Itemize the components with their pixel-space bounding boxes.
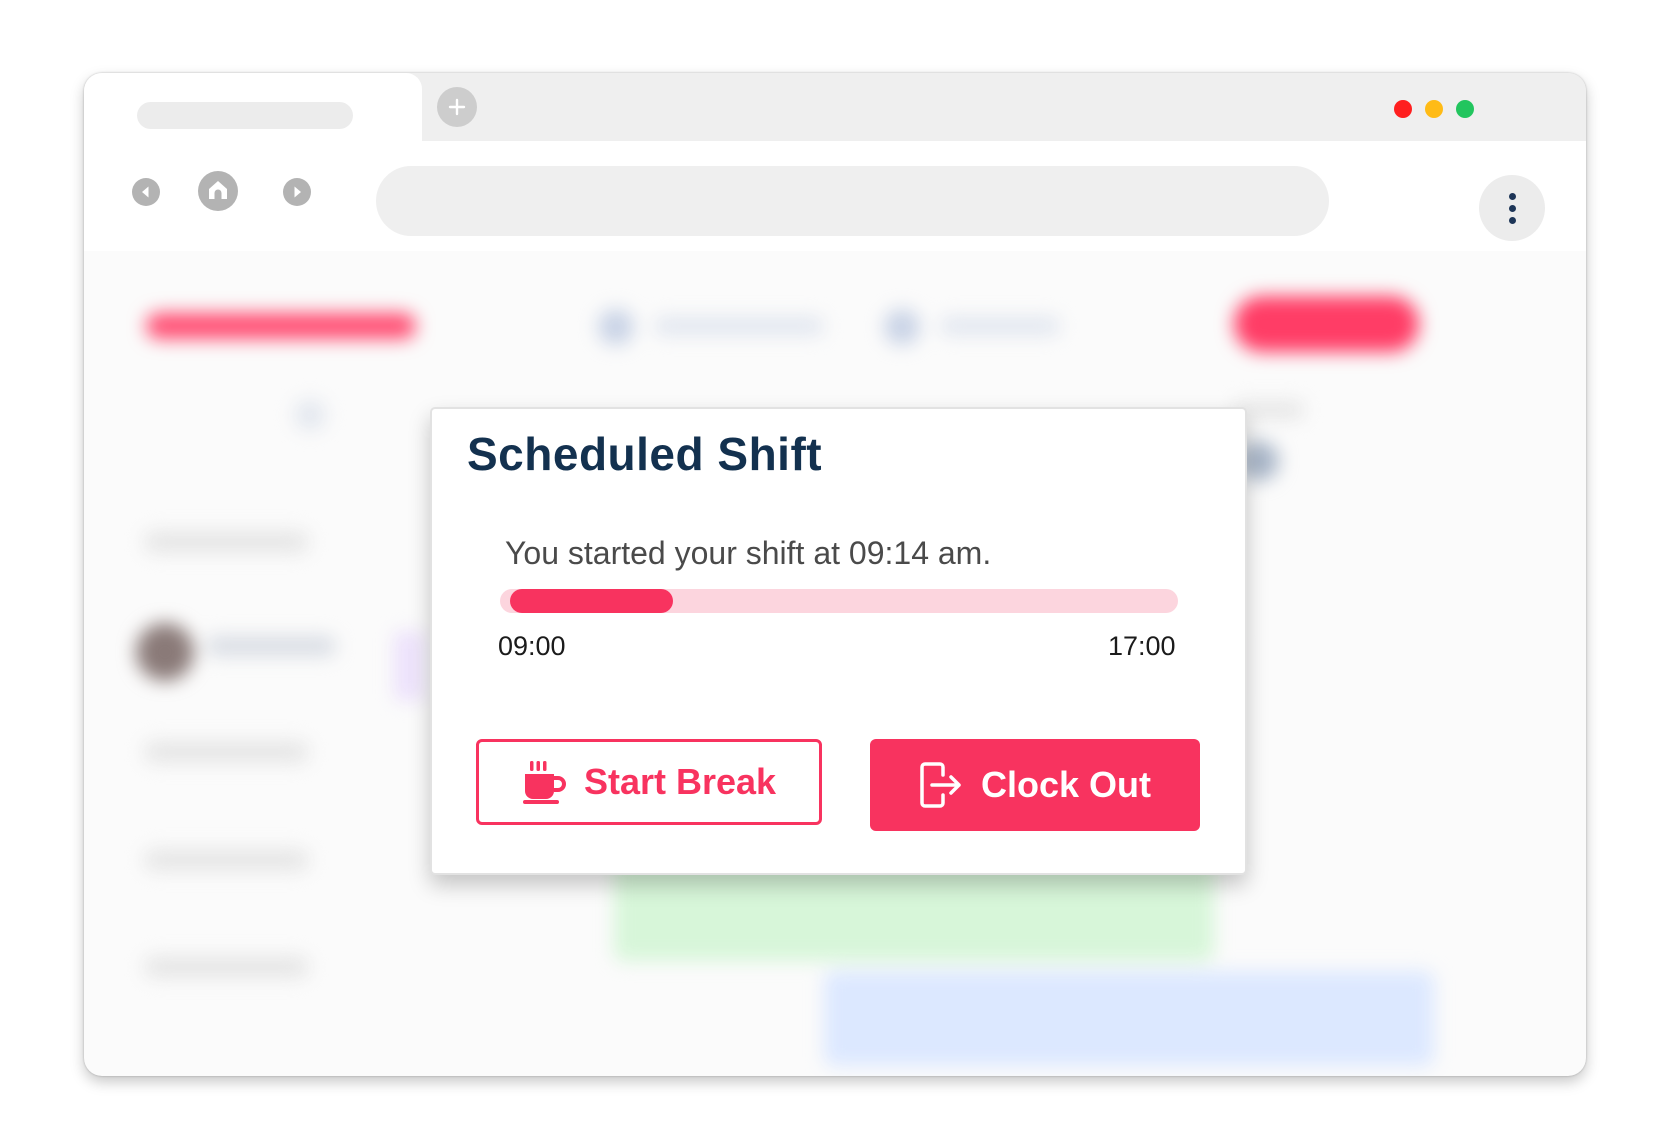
- home-icon: [198, 171, 238, 211]
- maximize-window-dot[interactable]: [1456, 100, 1474, 118]
- home-button[interactable]: [197, 170, 239, 212]
- close-window-dot[interactable]: [1394, 100, 1412, 118]
- scheduled-shift-modal: Scheduled Shift You started your shift a…: [430, 407, 1247, 875]
- new-tab-button[interactable]: [437, 87, 477, 127]
- more-vertical-icon: [1508, 192, 1516, 200]
- clock-out-label: Clock Out: [980, 764, 1151, 805]
- tab-strip: [84, 73, 1586, 141]
- browser-menu-button[interactable]: [1479, 175, 1545, 241]
- active-tab[interactable]: [84, 73, 422, 141]
- shift-start-message: You started your shift at 09:14 am.: [505, 535, 992, 571]
- address-bar[interactable]: [376, 166, 1329, 236]
- clock-out-button[interactable]: Clock Out: [870, 739, 1200, 831]
- coffee-cup-icon: [522, 761, 566, 804]
- sign-out-icon: [920, 762, 961, 808]
- start-break-label: Start Break: [583, 761, 777, 802]
- back-icon: [132, 178, 160, 206]
- forward-icon: [283, 178, 311, 206]
- modal-title: Scheduled Shift: [467, 428, 823, 480]
- shift-progress-fill: [510, 589, 673, 613]
- shift-progress-bar: [500, 589, 1178, 613]
- start-break-button[interactable]: Start Break: [476, 739, 822, 825]
- forward-button[interactable]: [282, 177, 312, 207]
- plus-icon: [448, 98, 466, 116]
- tab-title-placeholder: [137, 102, 353, 129]
- back-button[interactable]: [131, 177, 161, 207]
- shift-end-time: 17:00: [1108, 631, 1176, 661]
- minimize-window-dot[interactable]: [1425, 100, 1443, 118]
- shift-start-time: 09:00: [498, 631, 566, 661]
